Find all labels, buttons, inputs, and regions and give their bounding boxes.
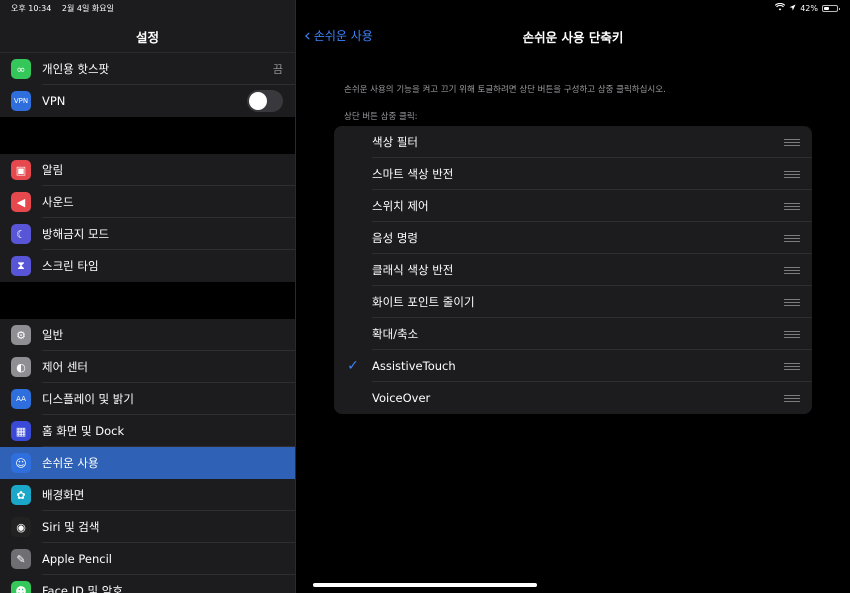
sidebar-item-label: 배경화면 — [42, 488, 85, 502]
sidebar-item[interactable]: ☻ Face ID 및 암호 — [0, 575, 295, 593]
shortcut-option[interactable]: 색상 필터 — [334, 126, 812, 158]
sidebar-item-label: 사운드 — [42, 195, 74, 209]
sidebar-item-label: 디스플레이 및 밝기 — [42, 392, 134, 406]
sidebar-item[interactable]: ☾ 방해금지 모드 — [0, 218, 295, 250]
sidebar-group: ∞ 개인용 핫스팟 끔 VPN VPN — [0, 53, 295, 117]
shortcut-option-label: 확대/축소 — [372, 327, 419, 341]
reorder-handle-icon[interactable] — [784, 202, 800, 210]
shortcut-option-label: 음성 명령 — [372, 231, 418, 245]
sidebar-item[interactable]: ◉ Siri 및 검색 — [0, 511, 295, 543]
checkmark-icon: ✓ — [347, 358, 359, 374]
shortcut-option[interactable]: 스위치 제어 — [334, 190, 812, 222]
reorder-handle-icon[interactable] — [784, 266, 800, 274]
sidebar-item-label: Face ID 및 암호 — [42, 584, 123, 593]
shortcut-option-label: 색상 필터 — [372, 135, 418, 149]
sidebar-item-label: 일반 — [42, 328, 64, 342]
sidebar-group: ▣ 알림 ◀ 사운드 ☾ 방해금지 모드 ⧗ 스크린 타임 — [0, 154, 295, 282]
shortcut-list: 색상 필터스마트 색상 반전스위치 제어음성 명령클래식 색상 반전화이트 포인… — [334, 126, 812, 414]
sidebar-item-label: 방해금지 모드 — [42, 227, 110, 241]
sidebar-item[interactable]: ⚙ 일반 — [0, 319, 295, 351]
sidebar-item[interactable]: ☺ 손쉬운 사용 — [0, 447, 295, 479]
group-separator — [0, 117, 295, 154]
moon-icon: ☾ — [11, 224, 31, 244]
hotspot-icon: ∞ — [11, 59, 31, 79]
reorder-handle-icon[interactable] — [784, 394, 800, 402]
sidebar-item[interactable]: ▣ 알림 — [0, 154, 295, 186]
accessibility-icon: ☺ — [11, 453, 31, 473]
home-screen-icon: ▦ — [11, 421, 31, 441]
sidebar-item[interactable]: VPN VPN — [0, 85, 295, 117]
shortcut-option[interactable]: 음성 명령 — [334, 222, 812, 254]
reorder-handle-icon[interactable] — [784, 362, 800, 370]
sidebar-title: 설정 — [135, 30, 159, 45]
description-text: 손쉬운 사용의 기능을 켜고 끄기 위해 토글하려면 상단 버튼을 구성하고 삼… — [344, 85, 666, 95]
shortcut-option[interactable]: 스마트 색상 반전 — [334, 158, 812, 190]
sidebar-item-label: 제어 센터 — [42, 360, 88, 374]
display-icon: AA — [11, 389, 31, 409]
wifi-icon — [775, 2, 786, 13]
battery-percent: 42% — [800, 3, 818, 13]
shortcut-option[interactable]: 클래식 색상 반전 — [334, 254, 812, 286]
sidebar-item-label: Siri 및 검색 — [42, 520, 100, 534]
shortcut-option[interactable]: 확대/축소 — [334, 318, 812, 350]
sidebar-group: ⚙ 일반 ◐ 제어 센터 AA 디스플레이 및 밝기 ▦ 홈 화면 및 Dock ☺ 손쉬운 사용… — [0, 319, 295, 593]
sound-icon: ◀ — [11, 192, 31, 212]
page-title: 손쉬운 사용 단축키 — [522, 30, 624, 45]
sidebar-item[interactable]: ◀ 사운드 — [0, 186, 295, 218]
hourglass-icon: ⧗ — [11, 256, 31, 276]
reorder-handle-icon[interactable] — [784, 330, 800, 338]
gear-icon: ⚙ — [11, 325, 31, 345]
sidebar-item[interactable]: ▦ 홈 화면 및 Dock — [0, 415, 295, 447]
location-icon — [789, 4, 796, 13]
sidebar-item[interactable]: ∞ 개인용 핫스팟 끔 — [0, 53, 295, 85]
sidebar-item-label: VPN — [42, 94, 66, 108]
status-time: 오후 10:34 — [11, 4, 52, 13]
pencil-icon: ✎ — [11, 549, 31, 569]
shortcut-option-label: VoiceOver — [372, 391, 431, 405]
status-date: 2월 4일 화요일 — [61, 4, 114, 13]
sidebar-item[interactable]: ⧗ 스크린 타임 — [0, 250, 295, 282]
sidebar-item[interactable]: AA 디스플레이 및 밝기 — [0, 383, 295, 415]
home-indicator[interactable] — [313, 583, 537, 587]
sidebar-item-label: 홈 화면 및 Dock — [42, 424, 125, 438]
shortcut-option-label: AssistiveTouch — [372, 359, 456, 373]
shortcut-option-label: 화이트 포인트 줄이기 — [372, 295, 475, 309]
settings-sidebar: 설정 ∞ 개인용 핫스팟 끔 VPN VPN ▣ 알림 ◀ 사운드 ☾ 방해금지 모드 ⧗ 스크린 타임… — [0, 0, 295, 593]
face-id-icon: ☻ — [11, 581, 31, 593]
sidebar-item-label: 손쉬운 사용 — [42, 456, 99, 470]
toggle-knob — [249, 92, 267, 110]
notifications-icon: ▣ — [11, 160, 31, 180]
shortcut-option[interactable]: VoiceOver — [334, 382, 812, 414]
sidebar-item[interactable]: ✎ Apple Pencil — [0, 543, 295, 575]
shortcut-option-label: 스마트 색상 반전 — [372, 167, 454, 181]
reorder-handle-icon[interactable] — [784, 138, 800, 146]
sidebar-item[interactable]: ✿ 배경화면 — [0, 479, 295, 511]
shortcut-option[interactable]: 화이트 포인트 줄이기 — [334, 286, 812, 318]
detail-pane: ‹ 손쉬운 사용 손쉬운 사용 단축키 손쉬운 사용의 기능을 켜고 끄기 위해… — [295, 0, 850, 593]
sidebar-item-label: 알림 — [42, 163, 64, 177]
status-bar: 오후 10:34 2월 4일 화요일 42% — [0, 0, 850, 16]
reorder-handle-icon[interactable] — [784, 234, 800, 242]
control-center-icon: ◐ — [11, 357, 31, 377]
shortcut-option-label: 클래식 색상 반전 — [372, 263, 454, 277]
section-label: 상단 버튼 삼중 클릭: — [344, 112, 418, 122]
reorder-handle-icon[interactable] — [784, 298, 800, 306]
siri-icon: ◉ — [11, 517, 31, 537]
battery-icon — [822, 4, 840, 12]
reorder-handle-icon[interactable] — [784, 170, 800, 178]
shortcut-option[interactable]: ✓ AssistiveTouch — [334, 350, 812, 382]
sidebar-item-label: Apple Pencil — [42, 552, 112, 566]
vpn-toggle[interactable] — [247, 90, 283, 112]
sidebar-item-label: 개인용 핫스팟 — [42, 62, 110, 76]
sidebar-item[interactable]: ◐ 제어 센터 — [0, 351, 295, 383]
sidebar-item-value: 끔 — [272, 63, 283, 76]
vpn-icon: VPN — [11, 91, 31, 111]
group-separator — [0, 282, 295, 319]
shortcut-option-label: 스위치 제어 — [372, 199, 429, 213]
wallpaper-icon: ✿ — [11, 485, 31, 505]
sidebar-item-label: 스크린 타임 — [42, 259, 99, 273]
